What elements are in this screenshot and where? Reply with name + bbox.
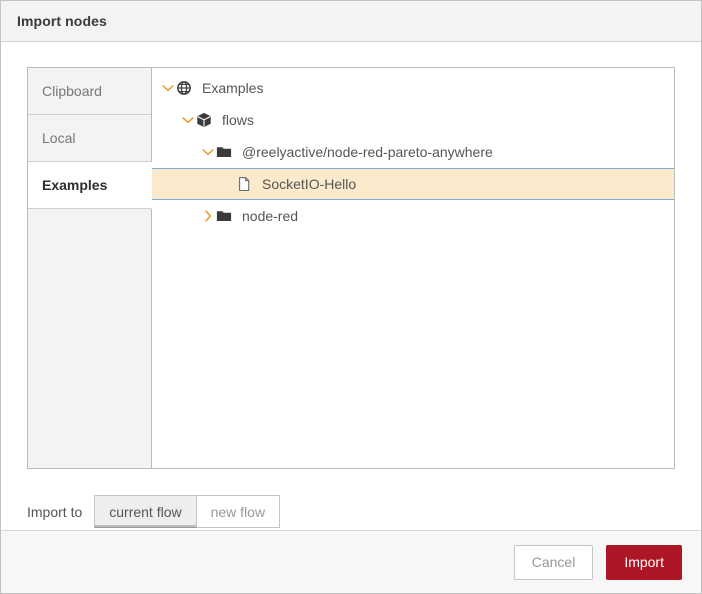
dialog-titlebar: Import nodes: [1, 1, 701, 42]
tree-row[interactable]: Examples: [152, 72, 674, 104]
import-to-current-flow[interactable]: current flow: [94, 495, 197, 528]
import-to-current-flow-label: current flow: [109, 503, 182, 520]
chevron-down-icon[interactable]: [180, 112, 196, 128]
cancel-button[interactable]: Cancel: [513, 544, 594, 580]
tree-row[interactable]: @reelyactive/node-red-pareto-anywhere: [152, 136, 674, 168]
tab-list-filler: [28, 209, 151, 468]
chevron-down-icon[interactable]: [200, 144, 216, 160]
source-browser: Clipboard Local Examples Examples flows @r…: [27, 67, 675, 469]
cancel-button-label: Cancel: [531, 554, 576, 570]
import-to-label: Import to: [27, 503, 83, 520]
sidebar-item-examples[interactable]: Examples: [28, 162, 152, 209]
sidebar-item-local[interactable]: Local: [28, 115, 151, 162]
tree-row-label: flows: [222, 112, 254, 128]
tree-row-label: SocketIO-Hello: [262, 176, 357, 192]
dialog-footer: Cancel Import: [1, 530, 701, 593]
tab-label-local: Local: [42, 130, 76, 146]
examples-tree[interactable]: Examples flows @reelyactive/node-red-paret…: [151, 67, 675, 469]
tree-row[interactable]: node-red: [152, 200, 674, 232]
tree-row[interactable]: flows: [152, 104, 674, 136]
import-button-label: Import: [624, 554, 664, 570]
chevron-down-icon[interactable]: [160, 80, 176, 96]
tree-row-label: Examples: [202, 80, 264, 96]
tab-label-clipboard: Clipboard: [42, 83, 102, 99]
import-to-new-flow[interactable]: new flow: [196, 495, 281, 528]
sidebar-item-clipboard[interactable]: Clipboard: [28, 68, 151, 115]
folder-icon: [216, 144, 238, 160]
tree-row[interactable]: SocketIO-Hello: [152, 168, 674, 200]
dialog-body: Clipboard Local Examples Examples flows @r…: [1, 42, 701, 530]
chevron-right-icon[interactable]: [200, 208, 216, 224]
import-to-new-flow-label: new flow: [210, 503, 266, 520]
source-tab-list: Clipboard Local Examples: [27, 67, 152, 469]
import-to-button-group: current flow new flow: [94, 495, 281, 528]
dialog-title: Import nodes: [17, 13, 107, 29]
import-button[interactable]: Import: [606, 544, 682, 580]
globe-icon: [176, 80, 198, 96]
package-cube-icon: [196, 112, 218, 128]
import-nodes-dialog: Import nodes Clipboard Local Examples Ex…: [0, 0, 702, 594]
import-to-row: Import to current flow new flow: [27, 495, 675, 528]
tree-row-label: @reelyactive/node-red-pareto-anywhere: [242, 144, 493, 160]
tab-label-examples: Examples: [42, 177, 108, 193]
file-icon: [236, 176, 258, 192]
folder-icon: [216, 208, 238, 224]
tree-row-label: node-red: [242, 208, 299, 224]
